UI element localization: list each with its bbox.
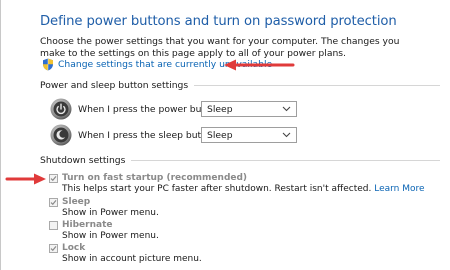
fast-startup-checkbox[interactable] xyxy=(49,174,58,183)
sleep-button-select-value: Sleep xyxy=(207,129,233,141)
annotation-arrow-icon xyxy=(224,59,295,71)
checkmark-icon xyxy=(50,200,57,206)
shutdown-section-heading: Shutdown settings xyxy=(40,155,440,166)
section-divider xyxy=(194,85,440,86)
chevron-down-icon xyxy=(282,132,291,138)
lock-option-description: Show in account picture menu. xyxy=(62,254,202,264)
sleep-option-description: Show in Power menu. xyxy=(62,208,159,218)
checkmark-icon xyxy=(50,176,57,182)
chevron-down-icon xyxy=(282,106,291,112)
hibernate-checkbox[interactable] xyxy=(49,221,58,230)
power-section-heading-text: Power and sleep button settings xyxy=(40,80,189,91)
sleep-button-row: When I press the sleep button: Sleep xyxy=(50,124,297,146)
page-title: Define power buttons and turn on passwor… xyxy=(40,14,397,29)
sleep-button-select[interactable]: Sleep xyxy=(201,127,297,143)
lock-checkbox[interactable] xyxy=(49,244,58,253)
power-section-heading: Power and sleep button settings xyxy=(40,80,440,91)
checkmark-icon xyxy=(50,246,57,252)
fast-startup-description: This helps start your PC faster after sh… xyxy=(62,183,425,195)
window-edge xyxy=(0,0,1,270)
shutdown-section-heading-text: Shutdown settings xyxy=(40,155,126,166)
power-button-select[interactable]: Sleep xyxy=(201,101,297,117)
power-button-select-value: Sleep xyxy=(207,103,233,115)
sleep-button-label: When I press the sleep button: xyxy=(78,129,220,141)
page-description: Choose the power settings that you want … xyxy=(40,36,400,59)
power-button-label: When I press the power button: xyxy=(78,103,224,115)
power-button-icon xyxy=(50,98,72,120)
power-button-row: When I press the power button: Sleep xyxy=(50,98,297,120)
uac-shield-icon xyxy=(43,58,53,71)
learn-more-link[interactable]: Learn More xyxy=(374,184,424,194)
section-divider xyxy=(131,160,440,161)
fast-startup-desc-text: This helps start your PC faster after sh… xyxy=(62,184,372,194)
sleep-button-icon xyxy=(50,124,72,146)
sleep-checkbox[interactable] xyxy=(49,198,58,207)
hibernate-option-description: Show in Power menu. xyxy=(62,231,159,241)
power-options-page: Define power buttons and turn on passwor… xyxy=(0,0,450,270)
annotation-arrow-icon xyxy=(5,173,46,185)
